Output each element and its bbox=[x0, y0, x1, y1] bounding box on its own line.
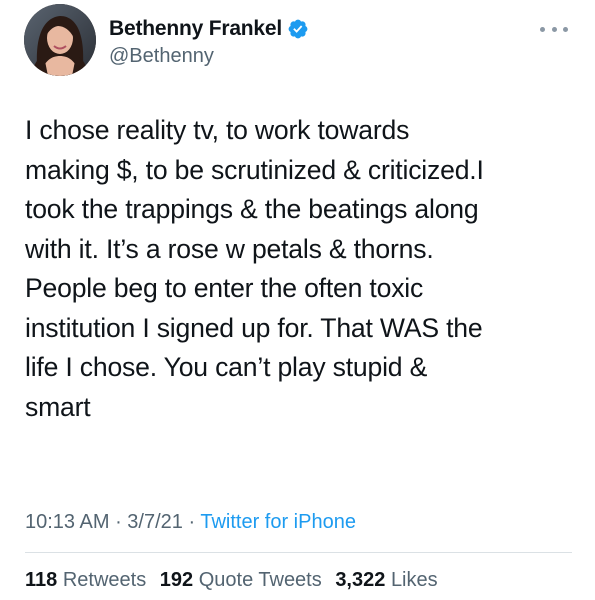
tweet-text: I chose reality tv, to work towards maki… bbox=[25, 115, 484, 422]
engagement-stats: 118 Retweets 192 Quote Tweets 3,322 Like… bbox=[25, 569, 446, 592]
divider bbox=[25, 552, 572, 553]
tweet-card: Bethenny Frankel @Bethenny I chose reali… bbox=[0, 0, 595, 600]
retweets-label: Retweets bbox=[62, 569, 147, 591]
author-block[interactable]: Bethenny Frankel @Bethenny bbox=[109, 16, 309, 68]
verified-badge-icon bbox=[287, 18, 309, 40]
retweets-count: 118 bbox=[25, 569, 58, 591]
quote-tweets-stat[interactable]: 192 Quote Tweets bbox=[160, 569, 322, 591]
tweet-source-link[interactable]: Twitter for iPhone bbox=[200, 511, 356, 533]
quotes-label: Quote Tweets bbox=[198, 569, 322, 591]
likes-label: Likes bbox=[390, 569, 438, 591]
quotes-count: 192 bbox=[159, 569, 194, 591]
tweet-time[interactable]: 10:13 AM bbox=[25, 511, 110, 533]
tweet-meta: 10:13 AM · 3/7/21 · Twitter for iPhone bbox=[25, 511, 356, 534]
likes-count: 3,322 bbox=[335, 569, 386, 591]
handle[interactable]: @Bethenny bbox=[109, 45, 309, 68]
display-name[interactable]: Bethenny Frankel bbox=[109, 17, 282, 41]
name-row: Bethenny Frankel bbox=[109, 16, 309, 42]
more-dots-icon[interactable] bbox=[540, 22, 568, 36]
avatar[interactable] bbox=[24, 4, 96, 76]
meta-separator: · bbox=[182, 511, 201, 533]
meta-separator: · bbox=[109, 511, 128, 533]
likes-stat[interactable]: 3,322 Likes bbox=[335, 569, 437, 591]
tweet-date[interactable]: 3/7/21 bbox=[127, 511, 183, 533]
retweets-stat[interactable]: 118 Retweets bbox=[25, 569, 146, 591]
